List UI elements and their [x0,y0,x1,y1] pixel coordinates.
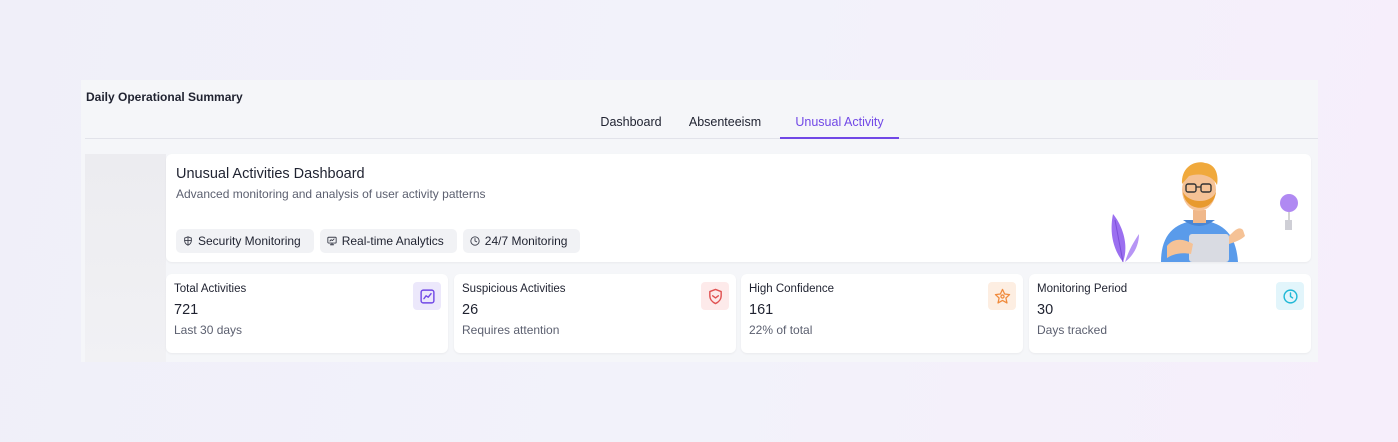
stat-label: High Confidence [749,283,835,295]
chip-label: Real-time Analytics [341,234,444,248]
stat-value: 721 [174,302,199,318]
feature-chips: Security Monitoring Real-time Analytics … [176,229,581,253]
stat-subtext: Last 30 days [174,323,243,337]
stat-value: 30 [1037,302,1054,318]
summary-panel: Daily Operational Summary Dashboard Abse… [81,80,1318,362]
award-star-icon [988,282,1016,310]
stat-subtext: Requires attention [462,323,560,337]
hero-subtitle: Advanced monitoring and analysis of user… [176,187,486,201]
tab-absenteeism[interactable]: Absenteeism [683,115,767,139]
stat-value: 161 [749,302,774,318]
chip-247-monitoring: 24/7 Monitoring [462,229,581,253]
stat-value: 26 [462,302,479,318]
stat-label: Suspicious Activities [462,283,566,295]
stat-card-monitoring-period: Monitoring Period 30 Days tracked [1029,274,1311,353]
stat-card-high-confidence: High Confidence 161 22% of total [741,274,1023,353]
chip-realtime-analytics: Real-time Analytics [319,229,457,253]
panel-title: Daily Operational Summary [86,90,243,104]
stat-label: Monitoring Period [1037,283,1128,295]
chip-label: Security Monitoring [198,234,301,248]
person-illustration [1111,162,1298,262]
stats-cards: Total Activities 721 Last 30 days Suspic… [166,274,1311,353]
lamp-icon [1280,194,1298,212]
stat-card-suspicious-activities: Suspicious Activities 26 Requires attent… [454,274,736,353]
tab-unusual-activity[interactable]: Unusual Activity [780,115,899,139]
clock-icon [470,236,480,246]
monitor-icon [327,236,337,246]
stat-subtext: Days tracked [1037,323,1108,337]
left-sidebar-placeholder [85,154,166,362]
stat-label: Total Activities [174,283,247,295]
chip-security-monitoring: Security Monitoring [176,229,314,253]
trend-chart-icon [413,282,441,310]
tab-bar: Dashboard Absenteeism Unusual Activity [85,113,1318,139]
tablet-icon [1189,234,1229,262]
shield-icon [184,236,192,246]
stat-card-total-activities: Total Activities 721 Last 30 days [166,274,448,353]
hero-title: Unusual Activities Dashboard [176,166,365,182]
chip-label: 24/7 Monitoring [484,234,568,248]
clock-icon [1276,282,1304,310]
tab-dashboard[interactable]: Dashboard [593,115,669,139]
stat-subtext: 22% of total [749,323,813,337]
shield-alert-icon [701,282,729,310]
hero-card: Unusual Activities Dashboard Advanced mo… [166,154,1311,262]
